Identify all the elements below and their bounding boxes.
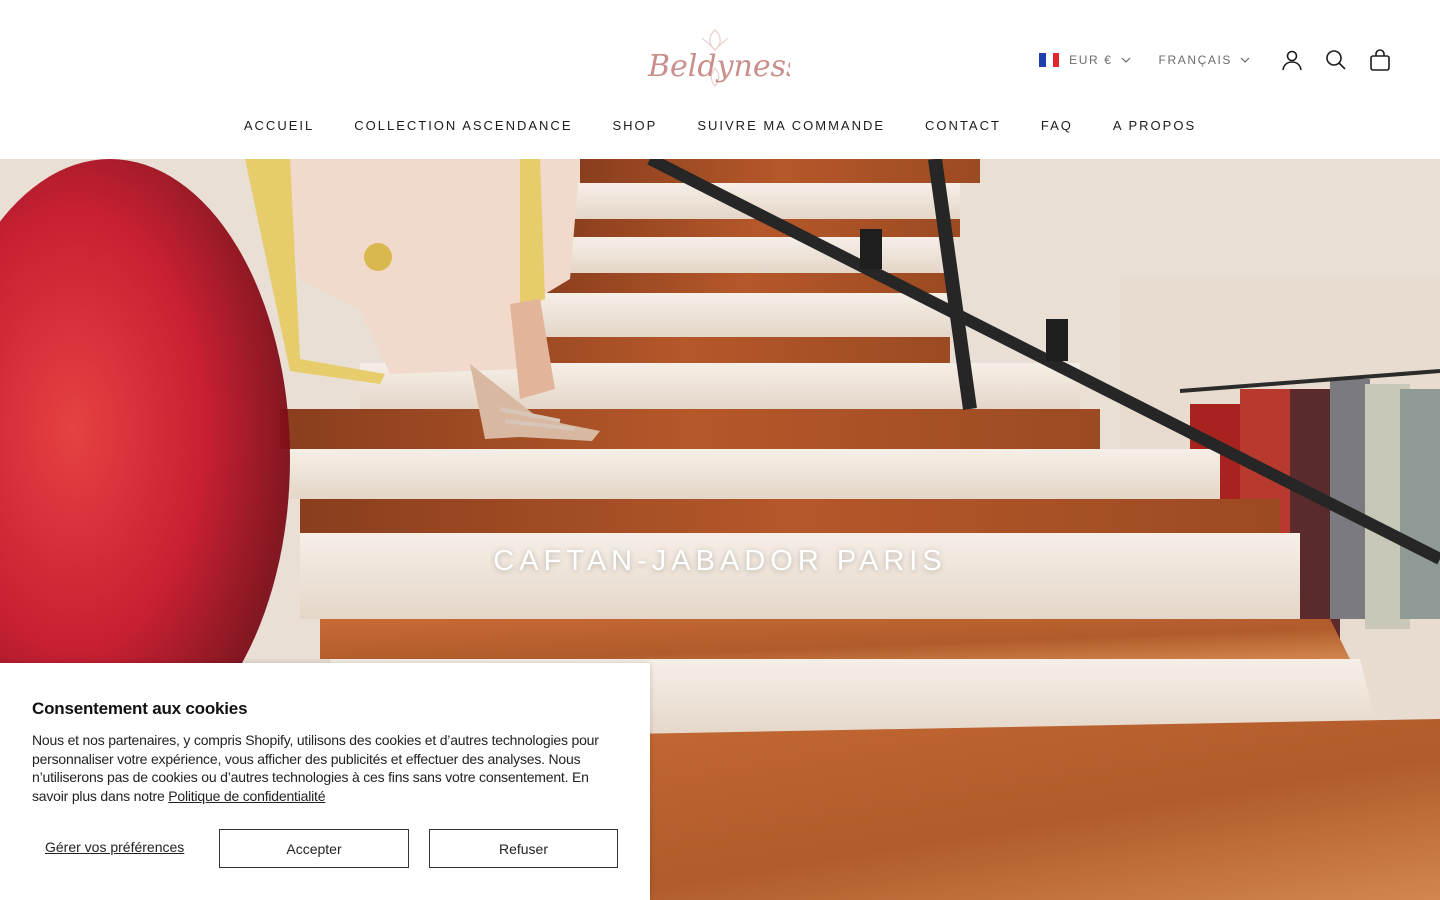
main-nav: ACCUEIL COLLECTION ASCENDANCE SHOP SUIVR… bbox=[0, 118, 1440, 133]
nav-item-a-propos[interactable]: A PROPOS bbox=[1113, 118, 1196, 133]
svg-text:Beldyness: Beldyness bbox=[647, 49, 790, 84]
nav-item-shop[interactable]: SHOP bbox=[613, 118, 658, 133]
cookie-description: Nous et nos partenaires, y compris Shopi… bbox=[32, 731, 612, 805]
account-icon[interactable] bbox=[1280, 48, 1304, 72]
site-header: Beldyness EUR € FRANÇAIS ACCUEIL COLLECT… bbox=[0, 0, 1440, 159]
language-label: FRANÇAIS bbox=[1158, 53, 1232, 67]
privacy-policy-link[interactable]: Politique de confidentialité bbox=[168, 788, 325, 804]
header-tools: EUR € FRANÇAIS bbox=[1039, 44, 1392, 76]
cart-bag-icon[interactable] bbox=[1368, 48, 1392, 72]
search-icon[interactable] bbox=[1324, 48, 1348, 72]
chevron-down-icon bbox=[1121, 57, 1131, 63]
accept-cookies-button[interactable]: Accepter bbox=[219, 829, 409, 868]
refuse-cookies-button[interactable]: Refuser bbox=[429, 829, 618, 868]
hero-title: CAFTAN-JABADOR PARIS bbox=[493, 545, 947, 577]
nav-item-collection-ascendance[interactable]: COLLECTION ASCENDANCE bbox=[354, 118, 572, 133]
nav-item-contact[interactable]: CONTACT bbox=[925, 118, 1001, 133]
france-flag-icon bbox=[1039, 53, 1060, 67]
nav-item-suivre-ma-commande[interactable]: SUIVRE MA COMMANDE bbox=[697, 118, 885, 133]
nav-item-faq[interactable]: FAQ bbox=[1041, 118, 1073, 133]
nav-item-accueil[interactable]: ACCUEIL bbox=[244, 118, 314, 133]
manage-preferences-link[interactable]: Gérer vos préférences bbox=[45, 839, 184, 855]
chevron-down-icon bbox=[1240, 57, 1250, 63]
language-selector[interactable]: FRANÇAIS bbox=[1159, 53, 1250, 67]
currency-selector[interactable]: EUR € bbox=[1039, 53, 1130, 67]
beldyness-logo[interactable]: Beldyness bbox=[640, 24, 790, 92]
cookie-title: Consentement aux cookies bbox=[32, 699, 248, 718]
cookie-consent-banner: Consentement aux cookies Nous et nos par… bbox=[0, 663, 650, 900]
currency-label: EUR € bbox=[1069, 53, 1113, 67]
